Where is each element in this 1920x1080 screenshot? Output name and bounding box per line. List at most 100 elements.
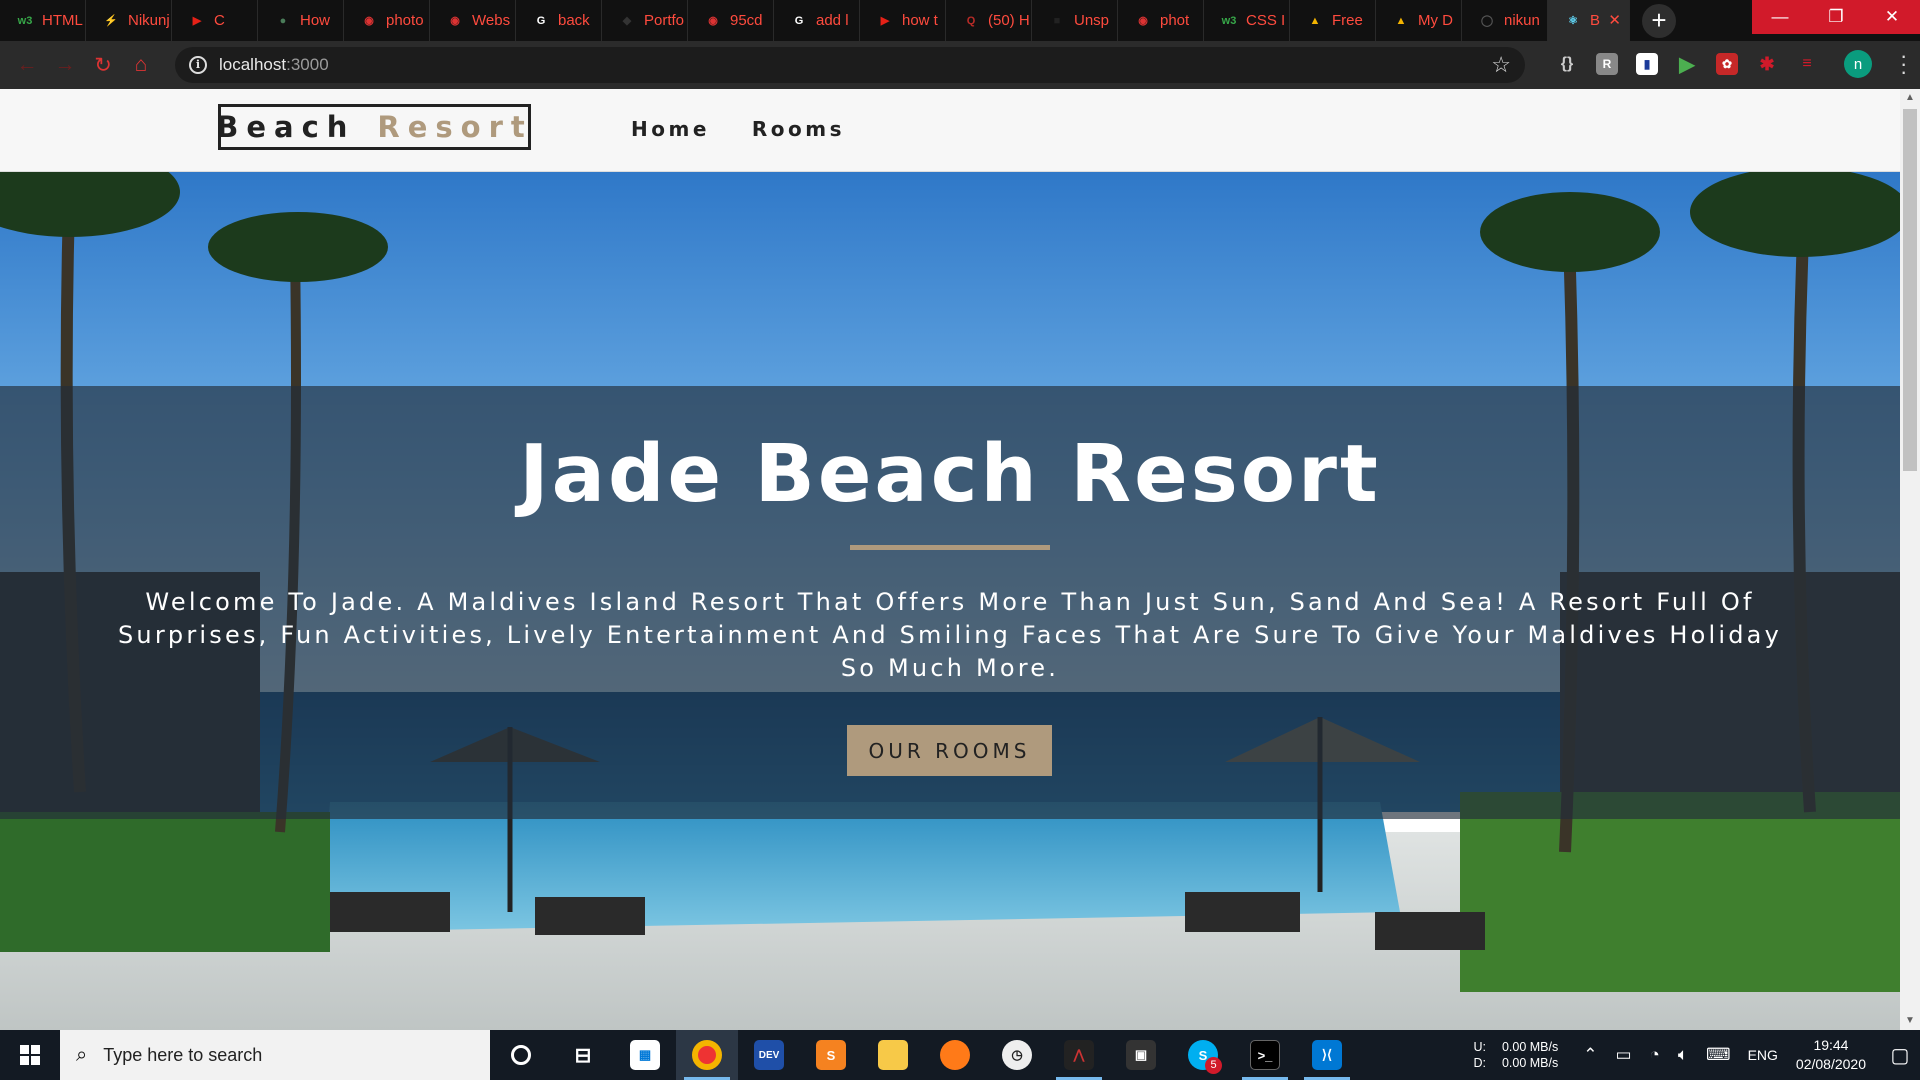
firefox-icon[interactable] [924,1030,986,1080]
tab-label: (50) H [988,12,1030,29]
browser-tab[interactable]: ◉ Webs [430,0,516,41]
cortana-icon[interactable] [490,1030,552,1080]
app-manager-icon[interactable]: ▣ [1110,1030,1172,1080]
nav-link-home[interactable]: Home [631,117,710,141]
browser-tab[interactable]: ■ Unsp [1032,0,1118,41]
tab-label: B [1590,12,1601,29]
site-info-icon[interactable]: i [189,56,207,74]
tab-label: C [214,12,225,29]
clock-date: 02/08/2020 [1795,1056,1866,1072]
predator-sense-icon[interactable]: ⋀ [1048,1030,1110,1080]
play-extension-icon[interactable]: ▶ [1676,53,1698,76]
vscode-icon[interactable]: ⟩⟨ [1296,1030,1358,1080]
youtube-icon: ▶ [880,15,890,27]
new-tab-button[interactable]: + [1642,4,1676,38]
browser-tab[interactable]: ◉ photo [344,0,430,41]
download-speed: 0.00 MB/s [1501,1056,1559,1070]
keyboard-icon[interactable]: ⌨ [1706,1045,1731,1065]
w3schools-icon: w3 [17,14,33,27]
site-navbar: Beach Resort Home Rooms [0,89,1900,172]
puzzle-extension-icon[interactable]: ✱ [1756,53,1778,75]
scroll-thumb[interactable] [1903,109,1917,471]
browser-menu-icon[interactable]: · · · [1900,45,1907,83]
scroll-down-arrow-icon[interactable]: ▼ [1900,1012,1920,1030]
media-extension-icon[interactable]: ≡ [1796,53,1818,75]
browser-toolbar: ← → ↻ ⌂ i localhost:3000 ☆ {} R ▮ ▶ ✿ ✱ … [0,41,1920,89]
browser-tab[interactable]: ◆ Portfo [602,0,688,41]
hero-divider [850,545,1050,550]
chrome-taskbar-icon[interactable] [676,1030,738,1080]
browser-tab[interactable]: ▲ My D [1376,0,1462,41]
home-icon[interactable]: ⌂ [122,46,160,84]
forward-arrow-icon[interactable]: → [46,46,84,84]
minimize-button[interactable]: — [1752,0,1808,34]
browser-tab[interactable]: ● How [258,0,344,41]
browser-tab[interactable]: Q (50) H [946,0,1032,41]
wifi-icon[interactable]: ◔ [1650,1045,1660,1065]
our-rooms-button[interactable]: OUR ROOMS [847,725,1052,776]
browser-tab[interactable]: w3 CSS I [1204,0,1290,41]
close-tab-icon[interactable]: ✕ [1608,11,1621,29]
close-window-button[interactable]: ✕ [1864,0,1920,34]
scroll-up-arrow-icon[interactable]: ▲ [1900,89,1920,107]
task-view-icon[interactable]: ⊟ [552,1030,614,1080]
download-label: D: [1473,1056,1486,1070]
windows-start-button[interactable] [0,1030,60,1080]
browser-tab[interactable]: w3 HTML [0,0,86,41]
browser-tab[interactable]: ◯ nikun [1462,0,1548,41]
tab-label: add l [816,12,849,29]
skype-icon[interactable]: S5 [1172,1030,1234,1080]
dev-cpp-icon[interactable]: DEV [738,1030,800,1080]
volume-icon[interactable]: 🔈︎ [1678,1045,1688,1065]
file-explorer-icon[interactable] [862,1030,924,1080]
taskbar-search-box[interactable]: ⌕ Type here to search [60,1030,490,1080]
tab-label: phot [1160,12,1190,29]
back-arrow-icon[interactable]: ← [8,46,46,84]
bookmark-star-icon[interactable]: ☆ [1491,52,1511,78]
json-viewer-extension-icon[interactable]: {} [1556,53,1578,75]
lightning-icon: ⚡ [104,15,118,27]
reader-extension-icon[interactable]: R [1596,53,1618,75]
browser-tab[interactable]: Gadd l [774,0,860,41]
globe-icon: ● [279,14,287,27]
reload-icon[interactable]: ↻ [84,46,122,84]
clock-time: 19:44 [1813,1037,1849,1053]
browser-tab[interactable]: ▶ how t [860,0,946,41]
browser-tab[interactable]: ◉ phot [1118,0,1204,41]
browser-tab[interactable]: ⚡ Nikunj [86,0,172,41]
color-picker-extension-icon[interactable]: ✿ [1716,53,1738,75]
nav-link-rooms[interactable]: Rooms [752,117,845,141]
tab-label: photo [386,12,424,29]
taskbar-clock[interactable]: 19:44 02/08/2020 [1796,1036,1866,1074]
notifications-icon[interactable]: ▢ [1880,1043,1920,1068]
tab-label: CSS I [1246,12,1286,29]
google-icon: G [536,14,546,27]
flag-extension-icon[interactable]: ▮ [1636,53,1658,75]
browser-tab[interactable]: Gback [516,0,602,41]
language-indicator[interactable]: ENG [1748,1047,1778,1063]
logo-word-2: Resort [377,110,533,144]
address-port: :3000 [286,55,329,74]
page-scrollbar[interactable]: ▲ ▼ [1900,89,1920,1030]
firefox-red-icon: ◉ [1138,15,1148,27]
profile-avatar[interactable]: n [1844,50,1872,78]
browser-tab[interactable]: ⚛ B ✕ [1548,0,1630,41]
tab-list: w3 HTML ⚡ Nikunj ▶ C ● How ◉ photo ◉ Webs Gback ◆ Port… [0,0,1630,41]
browser-tab[interactable]: ◉ 95cd [688,0,774,41]
restore-button[interactable]: ❐ [1808,0,1864,34]
tab-label: Free [1332,12,1363,29]
microsoft-store-icon[interactable]: ▦ [614,1030,676,1080]
quora-icon: Q [966,14,976,27]
logo-word-1: Beach [216,110,356,144]
battery-icon[interactable]: ▭ [1615,1045,1631,1065]
site-logo[interactable]: Beach Resort [216,104,533,150]
firefox-red-icon: ◉ [364,15,374,27]
clock-app-icon[interactable]: ◷ [986,1030,1048,1080]
browser-tab[interactable]: ▲ Free [1290,0,1376,41]
address-bar[interactable]: i localhost:3000 ☆ [175,47,1525,83]
sublime-text-icon[interactable]: S [800,1030,862,1080]
chevron-up-icon[interactable]: ⌃ [1583,1045,1597,1065]
tab-label: My D [1418,12,1453,29]
terminal-icon[interactable]: >_ [1234,1030,1296,1080]
browser-tab[interactable]: ▶ C [172,0,258,41]
